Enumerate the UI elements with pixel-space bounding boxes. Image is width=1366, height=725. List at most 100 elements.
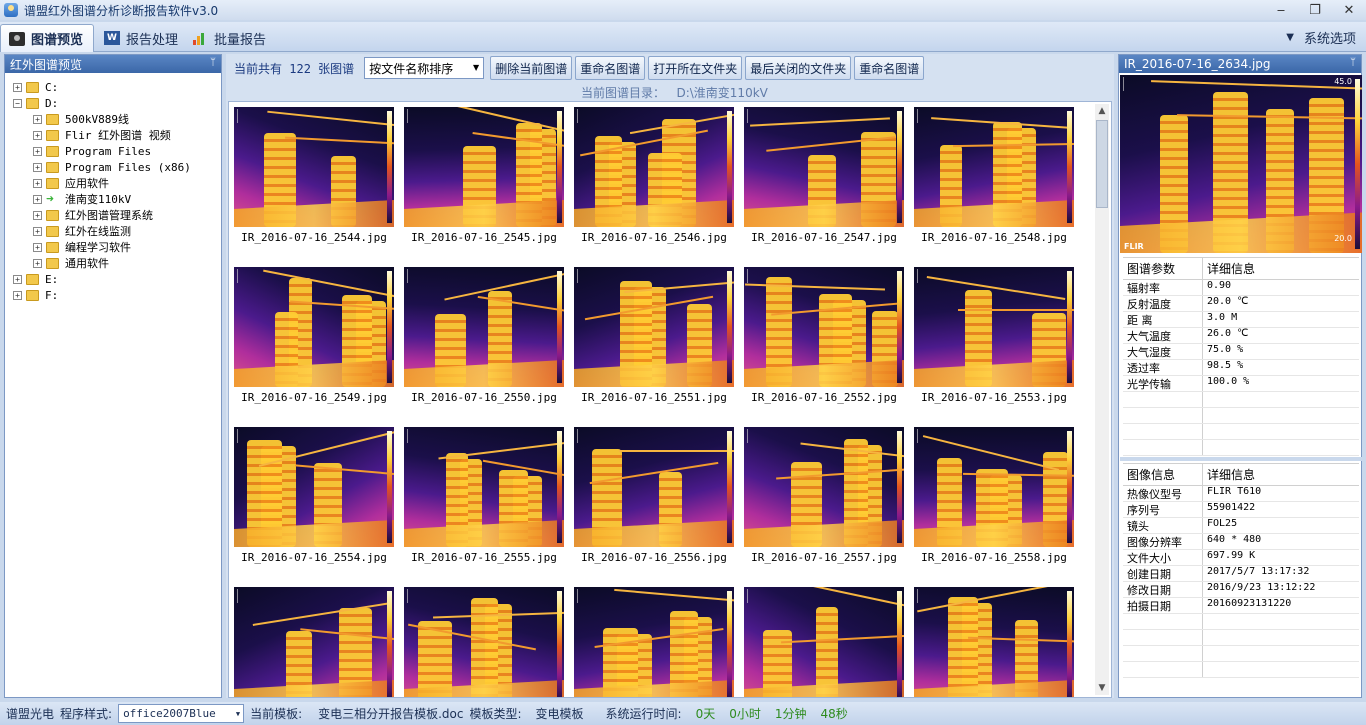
grid-row[interactable]: 修改日期 2016/9/23 13:12:22 [1123, 582, 1359, 598]
tree-node[interactable]: + 应用软件 [33, 175, 109, 191]
thumbnail-item[interactable]: IR_2016-07-16_2553.jpg [914, 267, 1074, 404]
thumbnail-item[interactable]: IR_2016-07-16_2552.jpg [744, 267, 904, 404]
expand-icon[interactable]: + [33, 258, 42, 268]
grid-row[interactable]: 距 离 3.0 M [1123, 312, 1359, 328]
thermal-thumbnail-image[interactable] [574, 427, 734, 547]
grid-row[interactable]: 图像分辨率 640 * 480 [1123, 534, 1359, 550]
expand-icon[interactable]: + [33, 226, 42, 236]
grid-row[interactable]: 序列号 55901422 [1123, 502, 1359, 518]
tree-node[interactable]: + C: [13, 79, 58, 95]
thermal-thumbnail-image[interactable] [404, 587, 564, 697]
thermal-thumbnail-image[interactable] [744, 427, 904, 547]
tree-node[interactable]: + 红外在线监测 [33, 223, 131, 239]
tree-node[interactable]: − D: [13, 95, 58, 111]
system-options-menu[interactable]: ▼ 系统选项 [1286, 28, 1356, 47]
expand-icon[interactable]: + [13, 290, 22, 300]
expand-icon[interactable]: + [33, 194, 42, 204]
tree-node[interactable]: + Program Files (x86) [33, 159, 191, 175]
scroll-down-icon[interactable]: ▼ [1095, 681, 1109, 695]
thumbnail-item[interactable] [914, 587, 1074, 697]
thermal-preview-image[interactable]: 45.0 20.0 FLIR [1120, 75, 1362, 253]
thumbnail-item[interactable]: IR_2016-07-16_2556.jpg [574, 427, 734, 564]
open-folder-button[interactable]: 打开所在文件夹 [648, 56, 743, 80]
grid-row[interactable]: 光学传输 100.0 % [1123, 376, 1359, 392]
tree-node[interactable]: + ➜ 淮南变110kV [33, 191, 131, 207]
tree-node[interactable]: + F: [13, 287, 58, 303]
tab-preview[interactable]: 图谱预览 [0, 24, 94, 52]
thermal-thumbnail-image[interactable] [404, 427, 564, 547]
rename-image-button-2[interactable]: 重命名图谱 [854, 56, 925, 80]
expand-icon[interactable]: + [13, 274, 22, 284]
grid-row[interactable]: 辐射率 0.90 [1123, 280, 1359, 296]
thumbnail-item[interactable]: IR_2016-07-16_2544.jpg [234, 107, 394, 244]
thumbnail-item[interactable]: IR_2016-07-16_2549.jpg [234, 267, 394, 404]
thermal-thumbnail-image[interactable] [914, 427, 1074, 547]
thumbnail-item[interactable]: IR_2016-07-16_2551.jpg [574, 267, 734, 404]
thermal-thumbnail-image[interactable] [234, 427, 394, 547]
grid-row[interactable]: 镜头 FOL25 [1123, 518, 1359, 534]
thermal-thumbnail-image[interactable] [404, 267, 564, 387]
grid-row[interactable]: 拍摄日期 20160923131220 [1123, 598, 1359, 614]
rename-image-button[interactable]: 重命名图谱 [575, 56, 646, 80]
expand-icon[interactable]: + [33, 242, 42, 252]
grid-row[interactable]: 文件大小 697.99 K [1123, 550, 1359, 566]
thumbnail-item[interactable] [744, 587, 904, 697]
tree-node[interactable]: + E: [13, 271, 58, 287]
thumbnail-item[interactable]: IR_2016-07-16_2546.jpg [574, 107, 734, 244]
thumbnail-item[interactable] [404, 587, 564, 697]
minimize-button[interactable]: ‒ [1264, 0, 1298, 20]
tree-node[interactable]: + 编程学习软件 [33, 239, 131, 255]
scroll-up-icon[interactable]: ▲ [1095, 104, 1109, 118]
tree-node[interactable]: +500kV889线 [33, 111, 129, 127]
expand-icon[interactable]: + [33, 178, 42, 188]
thermal-thumbnail-image[interactable] [574, 587, 734, 697]
grid-row[interactable]: 大气湿度 75.0 % [1123, 344, 1359, 360]
last-closed-folder-button[interactable]: 最后关闭的文件夹 [745, 56, 852, 80]
expand-icon[interactable]: + [33, 114, 42, 124]
thumbnail-item[interactable] [234, 587, 394, 697]
tree-node[interactable]: + Program Files [33, 143, 151, 159]
tab-report[interactable]: W 报告处理 [96, 24, 186, 52]
thermal-thumbnail-image[interactable] [914, 587, 1074, 697]
thumbnail-item[interactable]: IR_2016-07-16_2548.jpg [914, 107, 1074, 244]
expand-icon[interactable]: + [33, 210, 42, 220]
thumbnail-item[interactable]: IR_2016-07-16_2554.jpg [234, 427, 394, 564]
grid-row[interactable]: 大气温度 26.0 ℃ [1123, 328, 1359, 344]
thumbnail-item[interactable]: IR_2016-07-16_2547.jpg [744, 107, 904, 244]
thermal-thumbnail-image[interactable] [234, 267, 394, 387]
grid-row[interactable]: 创建日期 2017/5/7 13:17:32 [1123, 566, 1359, 582]
expand-icon[interactable]: + [33, 146, 42, 156]
thermal-thumbnail-image[interactable] [744, 107, 904, 227]
thumbnail-item[interactable]: IR_2016-07-16_2557.jpg [744, 427, 904, 564]
expand-icon[interactable]: + [33, 162, 42, 172]
thermal-thumbnail-image[interactable] [574, 267, 734, 387]
scroll-thumb[interactable] [1096, 120, 1108, 208]
tree-node[interactable]: + 红外图谱管理系统 [33, 207, 153, 223]
pin-icon[interactable]: ᛘ [1350, 57, 1356, 68]
thumbnail-scrollbar[interactable]: ▲ ▼ [1095, 104, 1109, 695]
tab-batch-report[interactable]: 批量报告 [184, 24, 274, 52]
grid-row[interactable]: 反射温度 20.0 ℃ [1123, 296, 1359, 312]
panel-separator[interactable] [1120, 457, 1362, 461]
thumbnail-item[interactable]: IR_2016-07-16_2550.jpg [404, 267, 564, 404]
style-select[interactable]: office2007Blue ▼ [118, 704, 245, 723]
thermal-thumbnail-image[interactable] [914, 267, 1074, 387]
thermal-thumbnail-image[interactable] [574, 107, 734, 227]
expand-icon[interactable]: + [33, 130, 42, 140]
thermal-thumbnail-image[interactable] [744, 267, 904, 387]
grid-row[interactable]: 透过率 98.5 % [1123, 360, 1359, 376]
thumbnail-item[interactable]: IR_2016-07-16_2555.jpg [404, 427, 564, 564]
thermal-thumbnail-image[interactable] [234, 107, 394, 227]
thermal-thumbnail-image[interactable] [404, 107, 564, 227]
tree-node[interactable]: + 通用软件 [33, 255, 109, 271]
thumbnail-item[interactable] [574, 587, 734, 697]
thermal-thumbnail-image[interactable] [234, 587, 394, 697]
pin-icon[interactable]: ᛘ [210, 57, 216, 68]
maximize-button[interactable]: ❐ [1298, 0, 1332, 20]
tree-node[interactable]: + Flir 红外图谱 视频 [33, 127, 171, 143]
sort-select[interactable]: 按文件名称排序 ▼ [364, 57, 485, 79]
grid-row[interactable]: 热像仪型号 FLIR T610 [1123, 486, 1359, 502]
delete-image-button[interactable]: 删除当前图谱 [490, 56, 573, 80]
close-button[interactable]: ✕ [1332, 0, 1366, 20]
thermal-thumbnail-image[interactable] [744, 587, 904, 697]
